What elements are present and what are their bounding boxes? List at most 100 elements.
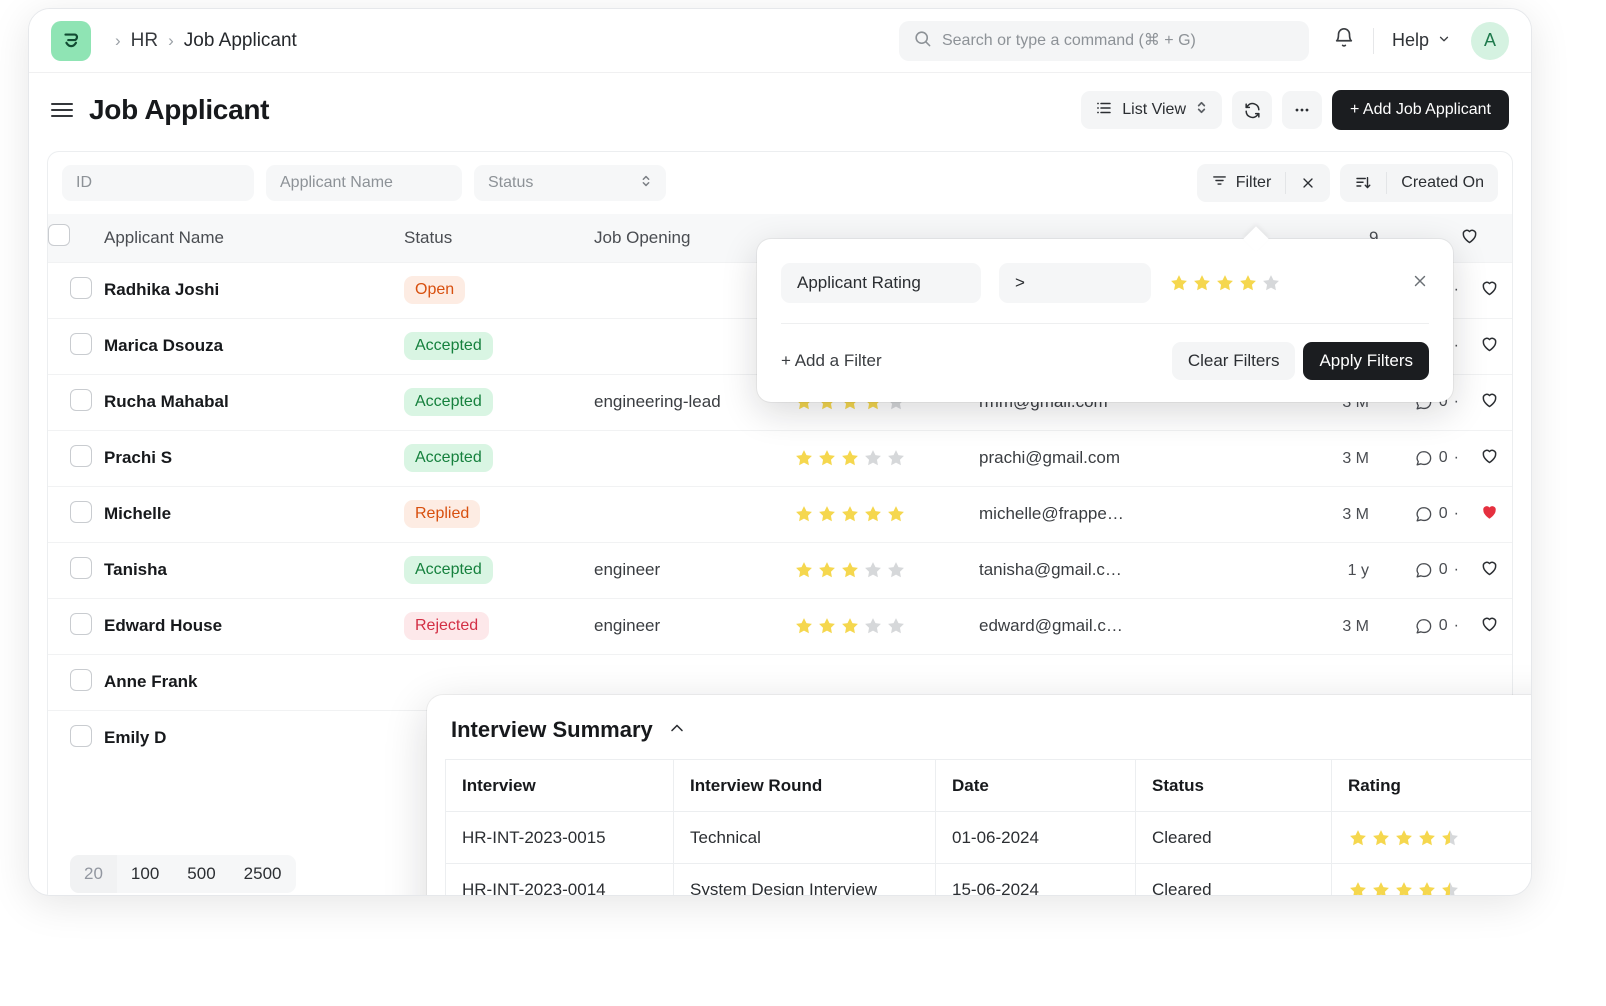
cell-date: 15-06-2024 [935, 863, 1136, 895]
column-interview: Interview [445, 759, 674, 812]
add-job-applicant-button[interactable]: + Add Job Applicant [1332, 90, 1509, 130]
column-rating: Rating [1331, 759, 1531, 812]
cell-applicant-name[interactable]: Prachi S [104, 429, 404, 486]
row-checkbox[interactable] [70, 500, 92, 523]
rating-stars [794, 616, 979, 636]
filter-status-select[interactable]: Status [474, 165, 666, 201]
row-checkbox[interactable] [70, 556, 92, 579]
row-checkbox[interactable] [70, 388, 92, 411]
row-select-cell [48, 597, 104, 654]
heart-outline-icon[interactable] [1459, 261, 1512, 318]
status-badge: Accepted [404, 332, 493, 360]
cell-applicant-name[interactable]: Michelle [104, 485, 404, 542]
filter-applicant-name-field[interactable]: Applicant Name [266, 165, 462, 201]
breadcrumb-separator-2: › [168, 30, 174, 50]
filter-row: Applicant Rating > [757, 239, 1453, 323]
breadcrumb-item-current[interactable]: Job Applicant [184, 30, 297, 52]
cell-comments[interactable]: 0· [1369, 485, 1459, 542]
cell-applicant-name[interactable]: Emily D [104, 709, 404, 766]
row-select-cell [48, 261, 104, 318]
cell-comments[interactable]: 0· [1369, 541, 1459, 598]
cell-applicant-name[interactable]: Edward House [104, 597, 404, 654]
page-size-2500[interactable]: 2500 [230, 855, 296, 893]
list-view-label: List View [1122, 101, 1186, 118]
cell-comments[interactable]: 0· [1369, 429, 1459, 486]
avatar[interactable]: A [1471, 21, 1509, 60]
row-select-cell [48, 429, 104, 486]
interview-summary-row[interactable]: HR-INT-2023-0014 System Design Interview… [445, 863, 1531, 895]
row-checkbox[interactable] [70, 276, 92, 299]
help-menu[interactable]: Help [1392, 30, 1451, 51]
heart-outline-icon[interactable] [1459, 541, 1512, 598]
cell-applicant-name[interactable]: Marica Dsouza [104, 317, 404, 374]
column-status[interactable]: Status [404, 214, 594, 262]
heart-outline-icon[interactable] [1459, 597, 1512, 654]
row-checkbox[interactable] [70, 444, 92, 467]
breadcrumb-item-hr[interactable]: HR [131, 30, 158, 52]
column-applicant-name[interactable]: Applicant Name [104, 214, 404, 262]
row-checkbox[interactable] [70, 332, 92, 355]
frappe-logo-icon[interactable] [51, 20, 91, 61]
filter-id-field[interactable]: ID [62, 165, 254, 201]
filter-label: Filter [1235, 174, 1272, 191]
cell-rating [794, 541, 979, 598]
cell-job-opening [594, 429, 794, 486]
popover-footer: + Add a Filter Clear Filters Apply Filte… [757, 324, 1453, 402]
apply-filters-button[interactable]: Apply Filters [1303, 342, 1429, 380]
interview-summary-thead: Interview Interview Round Date Status Ra… [445, 759, 1531, 812]
heart-outline-icon[interactable] [1459, 373, 1512, 430]
status-badge: Replied [404, 500, 481, 528]
refresh-icon[interactable] [1232, 91, 1272, 129]
cell-comments[interactable]: 0· [1369, 597, 1459, 654]
page-size-100[interactable]: 100 [117, 855, 173, 893]
interview-summary-row[interactable]: HR-INT-2023-0015 Technical 01-06-2024 Cl… [445, 811, 1531, 864]
ellipsis-icon[interactable] [1282, 91, 1322, 129]
table-row[interactable]: Tanisha Accepted engineer tanisha@gmail.… [48, 541, 1512, 598]
table-row[interactable]: Edward House Rejected engineer edward@gm… [48, 597, 1512, 654]
filter-button[interactable]: Filter [1197, 164, 1286, 202]
column-interview-round: Interview Round [673, 759, 936, 812]
heart-outline-icon[interactable] [1459, 429, 1512, 486]
cell-status: Accepted [404, 317, 594, 374]
search-icon [913, 29, 932, 53]
comment-count: 0 [1438, 505, 1448, 522]
cell-rating [794, 429, 979, 486]
interview-summary-header: Interview Summary [427, 695, 1531, 753]
row-checkbox[interactable] [70, 724, 92, 747]
row-checkbox[interactable] [70, 668, 92, 691]
page-size-20[interactable]: 20 [70, 855, 117, 893]
filter-rating-stars[interactable] [1169, 273, 1281, 293]
cell-applicant-name[interactable]: Rucha Mahabal [104, 373, 404, 430]
clear-filters-button[interactable]: Clear Filters [1171, 342, 1296, 380]
table-row[interactable]: Michelle Replied michelle@frappe… 3 M 0 · [48, 485, 1512, 542]
filter-icon [1211, 172, 1228, 194]
chevron-up-icon[interactable] [667, 718, 687, 743]
filter-fieldname-select[interactable]: Applicant Rating [781, 263, 981, 303]
bell-icon[interactable] [1333, 27, 1355, 54]
list-view-button[interactable]: List View [1081, 91, 1222, 129]
row-select-cell [48, 653, 104, 710]
cell-rating [1331, 811, 1531, 864]
add-a-filter-button[interactable]: + Add a Filter [781, 351, 882, 371]
filter-operator-select[interactable]: > [999, 263, 1151, 303]
cell-job-opening [594, 485, 794, 542]
heart-filled-icon[interactable] [1459, 485, 1512, 542]
heart-outline-icon[interactable] [1459, 214, 1512, 262]
row-checkbox[interactable] [70, 612, 92, 635]
global-search[interactable] [898, 20, 1309, 61]
remove-filter-icon[interactable] [1411, 272, 1429, 294]
heart-outline-icon[interactable] [1459, 317, 1512, 374]
sort-direction-icon[interactable] [1340, 164, 1386, 202]
select-all-checkbox[interactable] [48, 224, 70, 247]
cell-applicant-name[interactable]: Tanisha [104, 541, 404, 598]
hamburger-icon[interactable] [51, 103, 73, 117]
clear-filter-icon[interactable] [1286, 164, 1330, 202]
filter-status-placeholder: Status [488, 174, 534, 191]
table-row[interactable]: Prachi S Accepted prachi@gmail.com 3 M 0… [48, 429, 1512, 486]
sort-field-button[interactable]: Created On [1387, 164, 1498, 202]
cell-applicant-name[interactable]: Radhika Joshi [104, 261, 404, 318]
page-size-500[interactable]: 500 [173, 855, 229, 893]
cell-interview: HR-INT-2023-0015 [445, 811, 674, 864]
search-input[interactable] [941, 31, 1295, 50]
cell-applicant-name[interactable]: Anne Frank [104, 653, 404, 710]
